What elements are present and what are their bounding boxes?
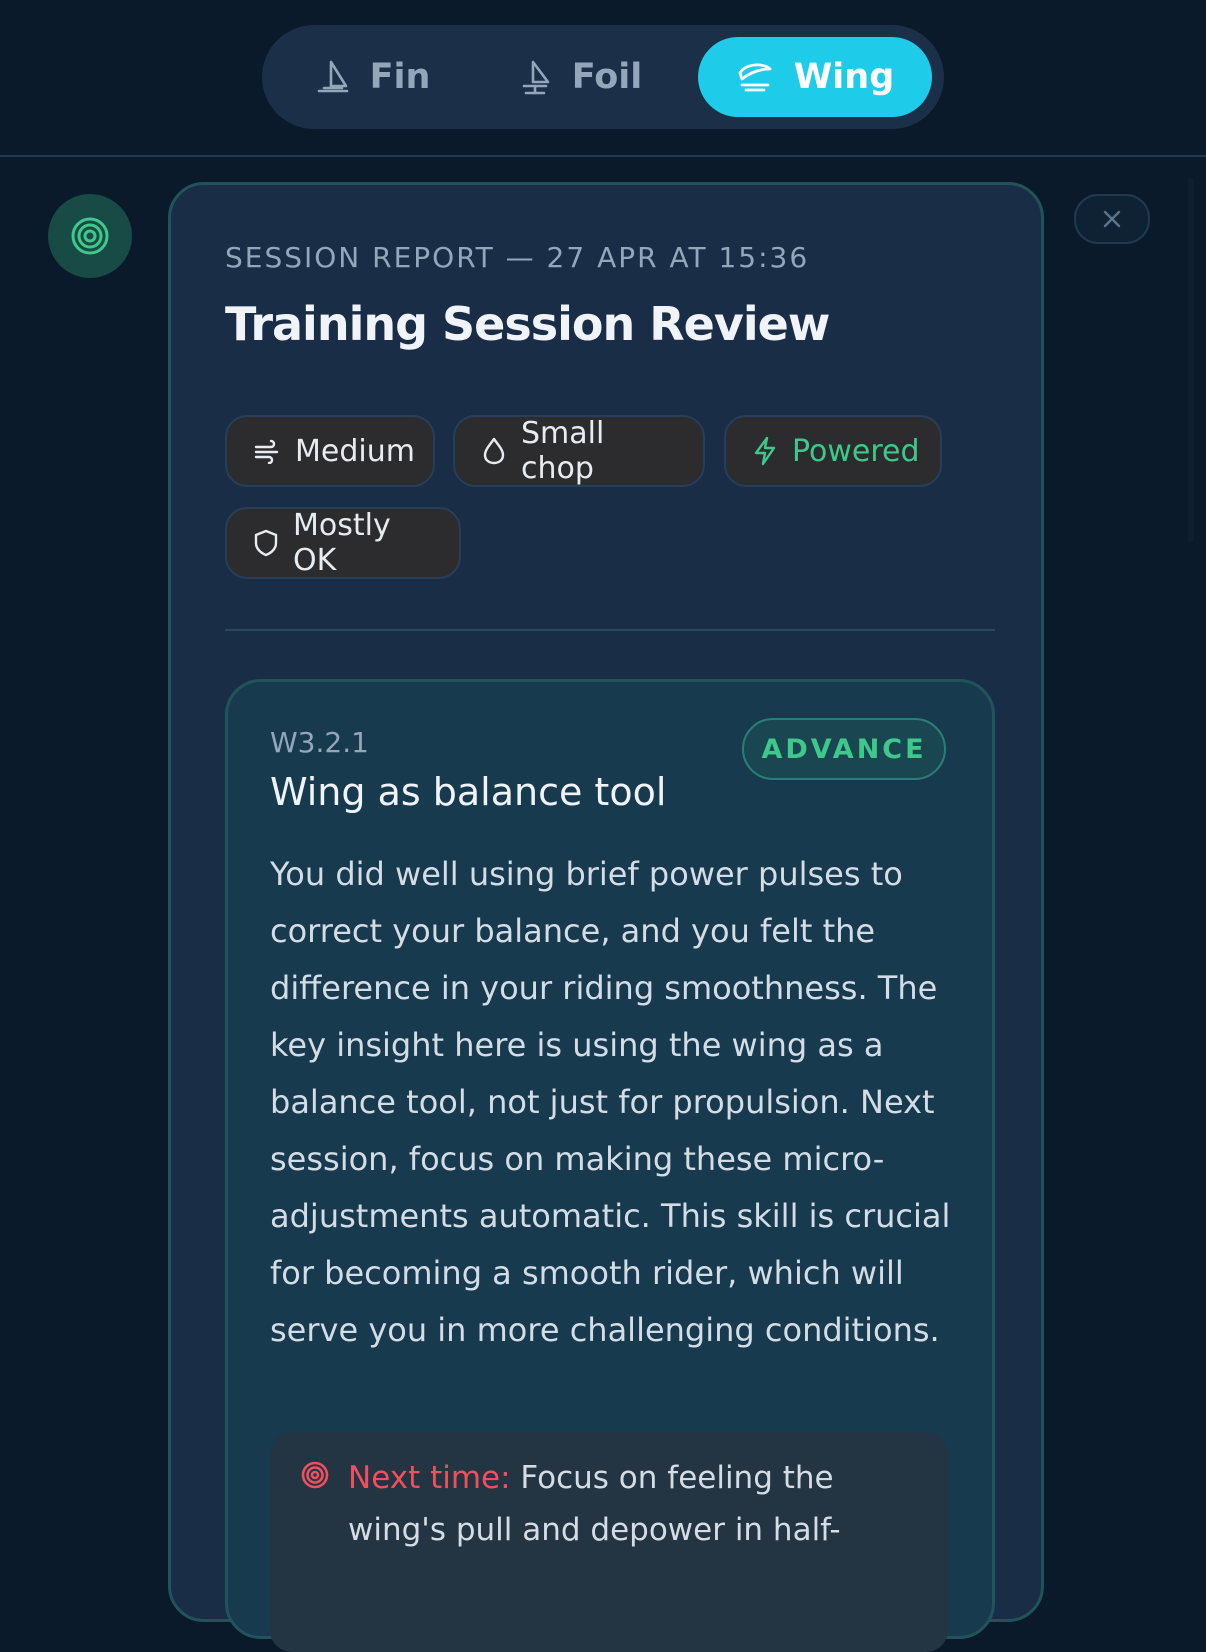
power-chip-label: Powered: [792, 433, 920, 469]
status-badge: ADVANCE: [742, 718, 946, 780]
target-icon: [71, 217, 109, 255]
lesson-title: Wing as balance tool: [270, 770, 667, 814]
target-avatar: [48, 194, 132, 278]
lightning-icon: [754, 436, 776, 466]
wind-icon: [254, 439, 279, 464]
safety-chip-label: Mostly OK: [293, 508, 391, 578]
tab-foil[interactable]: Foil: [510, 37, 650, 117]
session-report-card: SESSION REPORT — 27 APR AT 15:36 Trainin…: [168, 182, 1044, 1652]
close-icon: [1103, 210, 1121, 228]
tab-fin-label: Fin: [369, 57, 431, 97]
lesson-code: W3.2.1: [270, 726, 369, 759]
water-chip-label: Small chop: [521, 416, 605, 486]
discipline-switcher: Fin Foil Wing: [262, 25, 944, 129]
report-meta: SESSION REPORT — 27 APR AT 15:36: [225, 241, 810, 274]
tab-wing-label: Wing: [793, 57, 895, 97]
foil-sail-icon: [522, 60, 550, 95]
next-time-box: Next time: Focus on feeling the wing's p…: [270, 1432, 948, 1652]
water-chip: Small chop: [453, 415, 705, 487]
shield-icon: [254, 529, 278, 557]
wind-chip: Medium: [225, 415, 435, 487]
close-button[interactable]: [1074, 194, 1150, 244]
safety-chip: Mostly OK: [225, 507, 461, 579]
next-time-label: Next time:: [348, 1460, 511, 1496]
scrollbar[interactable]: [1188, 178, 1194, 542]
divider: [225, 629, 995, 631]
lesson-card: W3.2.1 Wing as balance tool ADVANCE You …: [225, 679, 995, 1652]
sail-icon: [317, 60, 348, 93]
page-title: Training Session Review: [225, 297, 830, 351]
target-icon: [301, 1461, 329, 1489]
lesson-feedback: You did well using brief power pulses to…: [270, 855, 951, 1349]
wing-icon: [738, 63, 772, 92]
wind-chip-label: Medium: [295, 433, 415, 469]
droplet-icon: [483, 437, 505, 465]
tab-wing[interactable]: Wing: [698, 37, 932, 117]
power-chip: Powered: [724, 415, 942, 487]
next-time-text: Next time: Focus on feeling the wing's p…: [348, 1452, 928, 1556]
tab-fin[interactable]: Fin: [308, 37, 438, 117]
top-bar: Fin Foil Wing: [0, 0, 1206, 157]
tab-foil-label: Foil: [571, 57, 643, 97]
